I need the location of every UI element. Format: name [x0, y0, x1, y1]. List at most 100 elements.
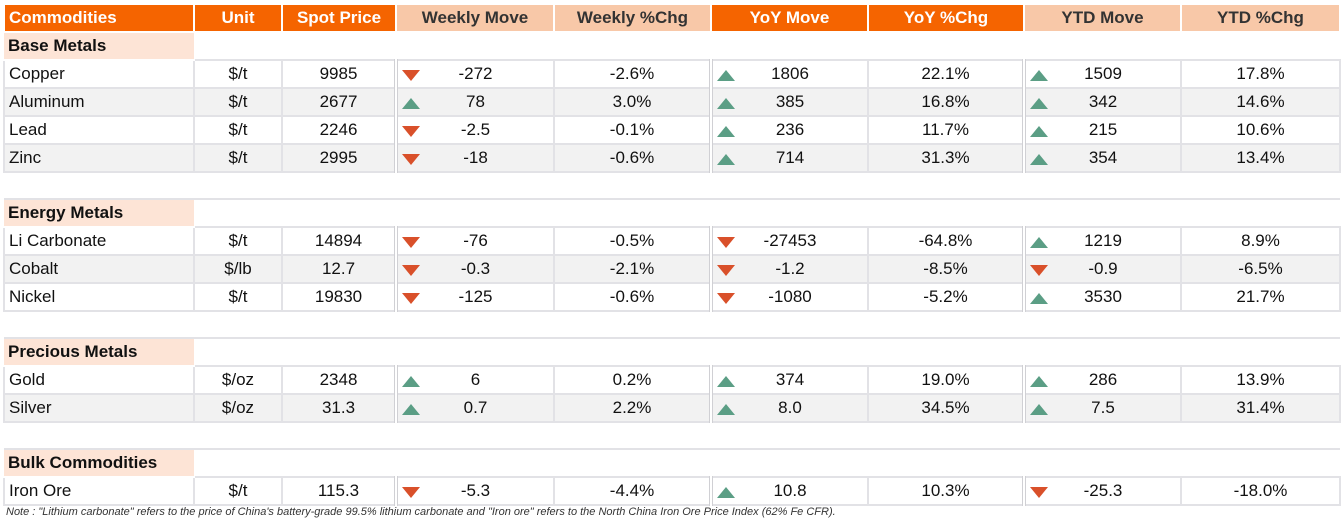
- up-triangle-icon: [1030, 237, 1048, 248]
- unit: $/t: [193, 115, 283, 145]
- header-row: Commodities Unit Spot Price Weekly Move …: [3, 3, 1341, 33]
- section-header: Base Metals: [4, 31, 1340, 61]
- ytd-move: 354: [1022, 143, 1182, 173]
- up-triangle-icon: [717, 376, 735, 387]
- weekly-move: -76: [394, 226, 555, 256]
- commodity-name: Zinc: [3, 143, 195, 173]
- unit: $/t: [193, 282, 283, 312]
- up-triangle-icon: [1030, 404, 1048, 415]
- section-header: Bulk Commodities: [4, 448, 1340, 478]
- down-triangle-icon: [717, 237, 735, 248]
- ytd-move-value: 1219: [1084, 231, 1122, 250]
- commodity-name: Silver: [3, 393, 195, 423]
- up-triangle-icon: [717, 487, 735, 498]
- spacer: [4, 421, 1340, 450]
- table-row: Gold $/oz 2348 6 0.2% 374 19.0% 286 13.9%: [3, 365, 1341, 395]
- ytd-move: 342: [1022, 87, 1182, 117]
- yoy-move: 714: [709, 143, 869, 173]
- ytd-move-value: 7.5: [1091, 398, 1115, 417]
- up-triangle-icon: [1030, 293, 1048, 304]
- section-filler: [194, 337, 1340, 367]
- ytd-pct: 8.9%: [1180, 226, 1341, 256]
- weekly-move-value: -272: [458, 64, 493, 83]
- ytd-move-value: 215: [1088, 120, 1118, 139]
- weekly-pct: 3.0%: [553, 87, 712, 117]
- up-triangle-icon: [1030, 98, 1048, 109]
- ytd-move-value: 1509: [1084, 64, 1122, 83]
- ytd-pct: -18.0%: [1180, 476, 1341, 506]
- yoy-pct: 34.5%: [867, 393, 1025, 423]
- section-filler: [194, 198, 1340, 228]
- spot-price: 2348: [281, 365, 397, 395]
- commodity-name: Iron Ore: [3, 476, 195, 506]
- weekly-move: -2.5: [394, 115, 555, 145]
- down-triangle-icon: [402, 293, 420, 304]
- section-header: Energy Metals: [4, 198, 1340, 228]
- yoy-move: 10.8: [709, 476, 869, 506]
- weekly-pct: -2.1%: [553, 254, 712, 284]
- commodity-name: Lead: [3, 115, 195, 145]
- up-triangle-icon: [1030, 70, 1048, 81]
- ytd-pct: 13.4%: [1180, 143, 1341, 173]
- ytd-move: 286: [1022, 365, 1182, 395]
- section-title: Precious Metals: [4, 337, 194, 367]
- table-row: Li Carbonate $/t 14894 -76 -0.5% -27453 -64.8%…: [3, 226, 1341, 256]
- down-triangle-icon: [717, 293, 735, 304]
- spot-price: 115.3: [281, 476, 397, 506]
- down-triangle-icon: [402, 237, 420, 248]
- yoy-pct: 11.7%: [867, 115, 1025, 145]
- yoy-move: 1806: [709, 59, 869, 89]
- weekly-move: 0.7: [394, 393, 555, 423]
- unit: $/t: [193, 476, 283, 506]
- weekly-move: -5.3: [394, 476, 555, 506]
- spot-price: 12.7: [281, 254, 397, 284]
- header-yoy-move: YoY Move: [710, 3, 869, 33]
- up-triangle-icon: [717, 98, 735, 109]
- weekly-pct: -0.5%: [553, 226, 712, 256]
- section-title: Base Metals: [4, 31, 194, 61]
- weekly-move-value: 0.7: [463, 398, 488, 417]
- up-triangle-icon: [402, 98, 420, 109]
- weekly-pct: -4.4%: [553, 476, 712, 506]
- weekly-move-value: 6: [470, 370, 481, 389]
- weekly-move-value: 78: [466, 92, 485, 111]
- yoy-move-value: -1.2: [775, 259, 805, 278]
- ytd-pct: 10.6%: [1180, 115, 1341, 145]
- header-ytd-move: YTD Move: [1023, 3, 1182, 33]
- yoy-move-value: 10.8: [773, 481, 807, 500]
- yoy-move: 236: [709, 115, 869, 145]
- ytd-pct: 14.6%: [1180, 87, 1341, 117]
- spot-price: 19830: [281, 282, 397, 312]
- spot-price: 2677: [281, 87, 397, 117]
- yoy-move: 385: [709, 87, 869, 117]
- ytd-move-value: 3530: [1084, 287, 1122, 306]
- table-row: Cobalt $/lb 12.7 -0.3 -2.1% -1.2 -8.5% -0.9 -6.5…: [3, 254, 1341, 284]
- down-triangle-icon: [402, 126, 420, 137]
- yoy-move-value: 8.0: [778, 398, 802, 417]
- ytd-move-value: -25.3: [1083, 481, 1123, 500]
- yoy-pct: 19.0%: [867, 365, 1025, 395]
- section-header: Precious Metals: [4, 337, 1340, 367]
- unit: $/lb: [193, 254, 283, 284]
- yoy-move: -1080: [709, 282, 869, 312]
- up-triangle-icon: [1030, 376, 1048, 387]
- yoy-pct: 10.3%: [867, 476, 1025, 506]
- ytd-pct: -6.5%: [1180, 254, 1341, 284]
- table-row: Iron Ore $/t 115.3 -5.3 -4.4% 10.8 10.3% -25.3 -…: [3, 476, 1341, 506]
- down-triangle-icon: [1030, 265, 1048, 276]
- table-row: Zinc $/t 2995 -18 -0.6% 714 31.3% 354 13.4%: [3, 143, 1341, 173]
- down-triangle-icon: [1030, 487, 1048, 498]
- up-triangle-icon: [717, 154, 735, 165]
- down-triangle-icon: [717, 265, 735, 276]
- yoy-move-value: 714: [775, 148, 805, 167]
- spot-price: 2995: [281, 143, 397, 173]
- ytd-move: 215: [1022, 115, 1182, 145]
- up-triangle-icon: [1030, 154, 1048, 165]
- spot-price: 31.3: [281, 393, 397, 423]
- weekly-pct: 0.2%: [553, 365, 712, 395]
- weekly-move-value: -76: [463, 231, 488, 250]
- commodity-name: Nickel: [3, 282, 195, 312]
- commodity-name: Copper: [3, 59, 195, 89]
- ytd-pct: 21.7%: [1180, 282, 1341, 312]
- commodity-name: Cobalt: [3, 254, 195, 284]
